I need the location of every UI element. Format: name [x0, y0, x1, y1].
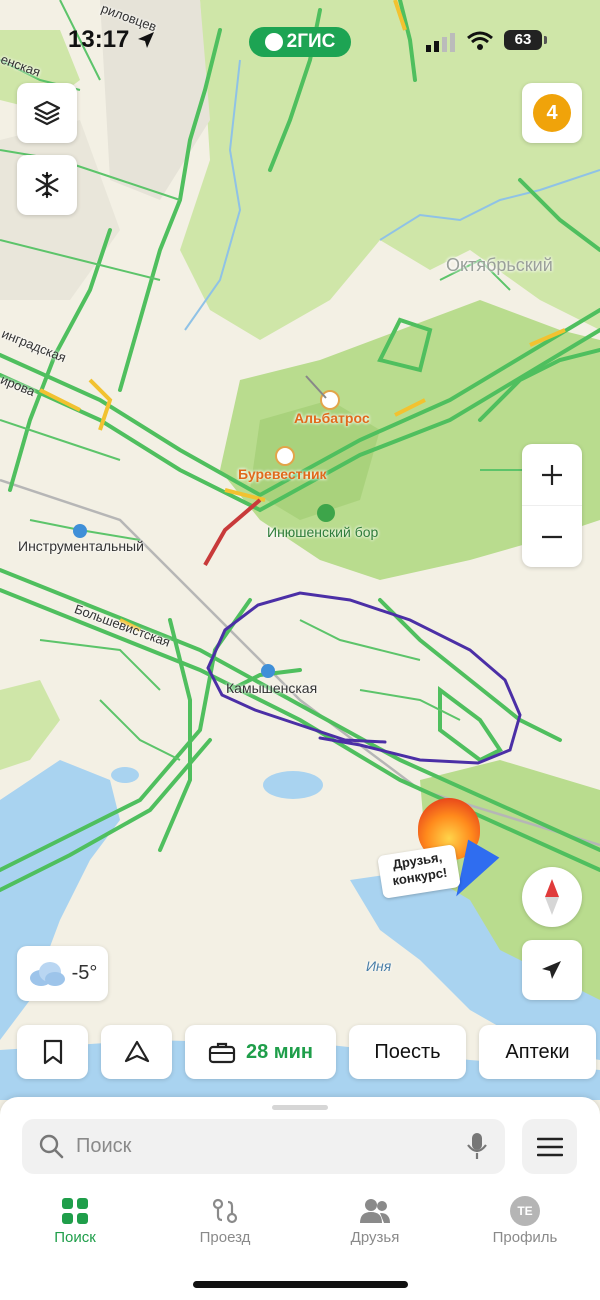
map-label-albatros[interactable]: Альбатрос — [294, 410, 370, 426]
map-label-kamyshenskaya[interactable]: Камышенская — [226, 680, 317, 696]
wifi-icon — [466, 30, 494, 57]
battery-tip — [544, 36, 547, 44]
tab-friends[interactable]: Друзья — [300, 1193, 450, 1246]
briefcase-icon — [208, 1042, 236, 1064]
bookmark-icon — [43, 1039, 62, 1065]
zoom-in-button[interactable] — [522, 444, 582, 506]
layers-icon — [33, 100, 61, 126]
minus-icon — [542, 535, 562, 538]
route-triangle-icon — [124, 1040, 149, 1063]
map-label-oktyabrsky[interactable]: Октябрьский — [446, 255, 553, 276]
bookmarks-button[interactable] — [17, 1025, 88, 1079]
tab-route-label: Проезд — [199, 1229, 251, 1246]
brand-2gis-pill[interactable]: 2ГИС — [249, 27, 351, 57]
eat-chip-label: Поесть — [374, 1040, 441, 1063]
sheet-grabber[interactable] — [272, 1105, 328, 1110]
zoom-out-button[interactable] — [522, 506, 582, 567]
my-location-button[interactable] — [522, 940, 582, 1000]
layers-button[interactable] — [17, 83, 77, 143]
plus-icon — [542, 464, 562, 485]
map-label-inyushensky-bor[interactable]: Инюшенский бор — [267, 524, 378, 540]
location-arrow-icon — [138, 32, 154, 48]
microphone-icon[interactable] — [465, 1131, 489, 1161]
search-input[interactable]: Поиск — [22, 1119, 505, 1174]
tab-profile-label: Профиль — [492, 1229, 558, 1246]
weather-widget[interactable]: -5° — [17, 946, 108, 1001]
map-label-burevestnik[interactable]: Буревестник — [238, 466, 327, 482]
avatar: TE — [510, 1196, 540, 1226]
tab-bar: Поиск Проезд Друзья TE Профиль — [0, 1185, 600, 1265]
eat-chip[interactable]: Поесть — [349, 1025, 466, 1079]
tab-route[interactable]: Проезд — [150, 1193, 300, 1246]
brand-label: 2ГИС — [286, 31, 336, 52]
compass-icon — [545, 879, 559, 915]
search-placeholder: Поиск — [76, 1135, 132, 1157]
battery-indicator: 63 — [504, 30, 542, 50]
zoom-controls — [522, 444, 582, 567]
tab-profile[interactable]: TE Профиль — [450, 1193, 600, 1246]
friends-icon — [360, 1199, 390, 1223]
navigator-button[interactable] — [101, 1025, 172, 1079]
notifications-count-badge: 4 — [533, 94, 571, 132]
snowflake-icon — [35, 171, 59, 199]
status-time: 13:17 — [68, 26, 130, 53]
tab-search-label: Поиск — [54, 1229, 96, 1246]
menu-button[interactable] — [522, 1119, 577, 1174]
notifications-button[interactable]: 4 — [522, 83, 582, 143]
winter-mode-button[interactable] — [17, 155, 77, 215]
tab-search[interactable]: Поиск — [0, 1193, 150, 1246]
route-icon — [212, 1198, 238, 1224]
tab-friends-label: Друзья — [350, 1229, 400, 1246]
pharmacies-chip[interactable]: Аптеки — [479, 1025, 596, 1079]
cellular-signal-icon — [426, 33, 458, 58]
home-indicator — [193, 1281, 408, 1288]
weather-temperature: -5° — [71, 962, 98, 984]
hamburger-menu-icon — [536, 1137, 563, 1156]
search-icon — [39, 1134, 64, 1159]
map-label-instrumentalny[interactable]: Инструментальный — [18, 538, 144, 554]
pharmacies-chip-label: Аптеки — [505, 1040, 570, 1063]
compass-button[interactable] — [522, 867, 582, 927]
commute-time: 28 мин — [246, 1040, 313, 1063]
cloud-icon — [29, 961, 65, 986]
navigation-arrow-icon — [542, 961, 561, 979]
goose-logo-icon — [264, 33, 283, 51]
map-label-inya: Иня — [366, 958, 392, 974]
grid-icon — [62, 1198, 88, 1224]
commute-chip[interactable]: 28 мин — [185, 1025, 336, 1079]
